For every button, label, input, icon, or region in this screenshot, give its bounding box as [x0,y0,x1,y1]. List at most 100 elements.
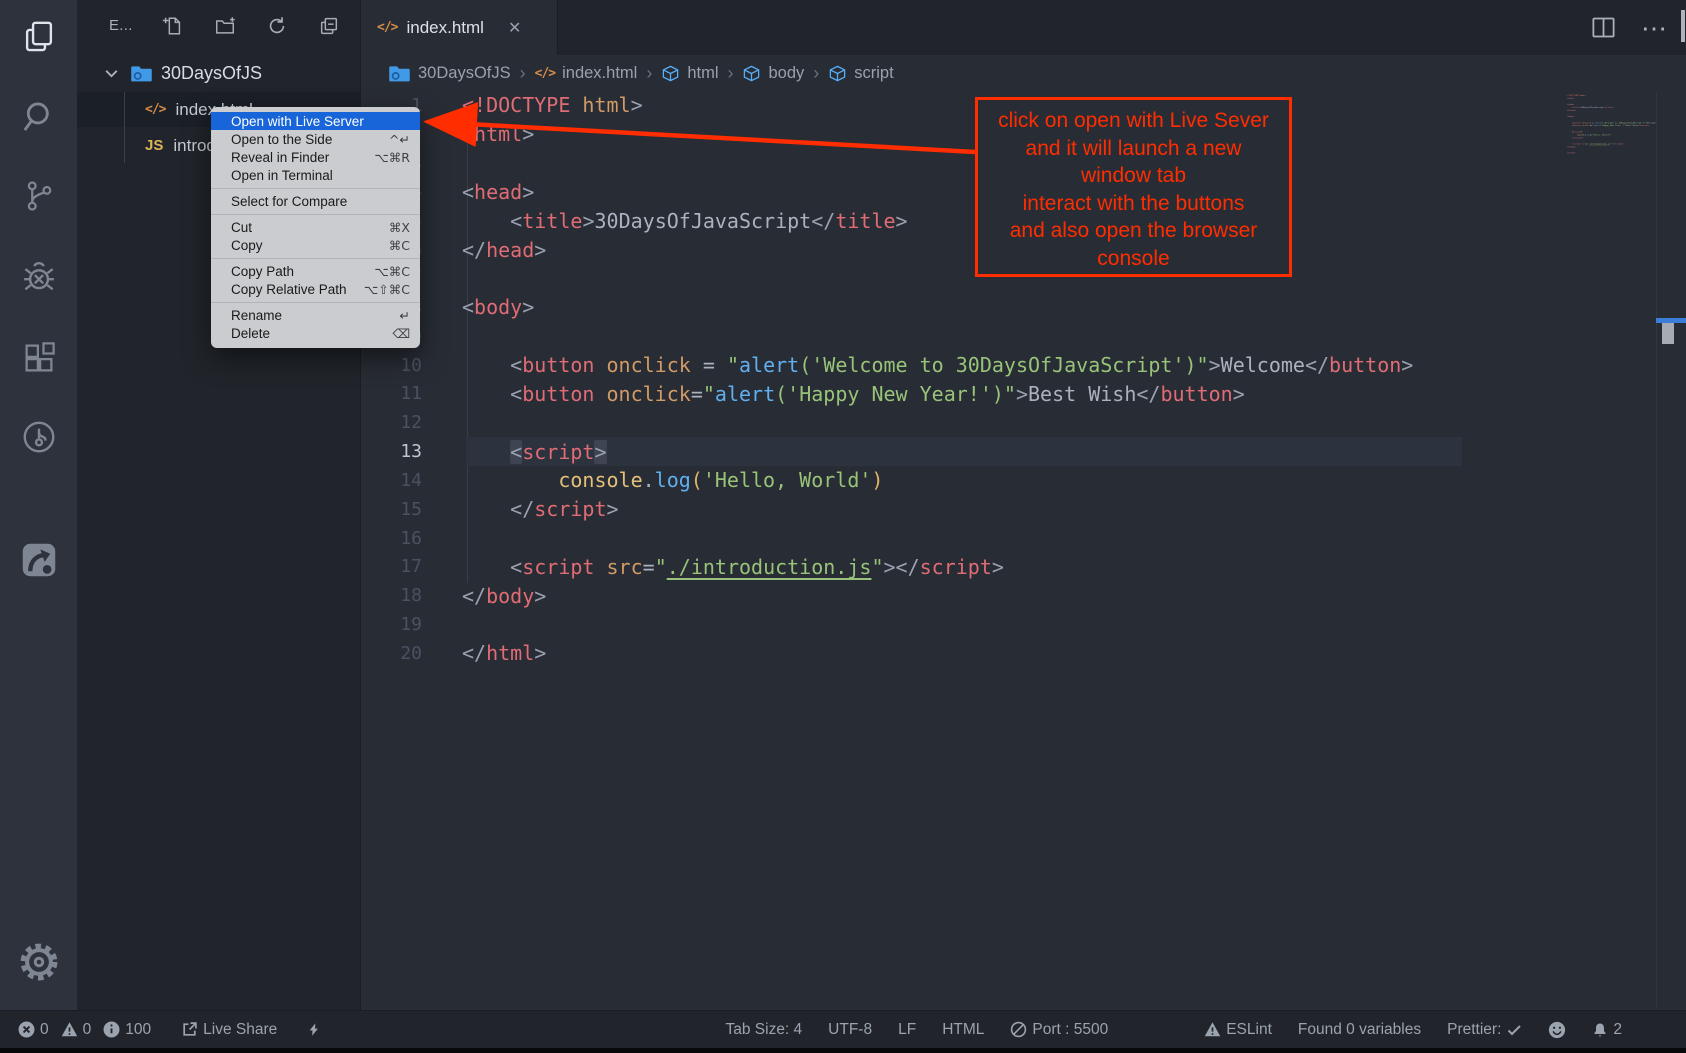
line-number: 16 [360,528,422,549]
menu-item-label: Select for Compare [231,194,347,209]
activity-settings-gear[interactable] [0,942,77,982]
breadcrumb-html[interactable]: html [661,64,718,83]
menu-item-copy-path[interactable]: Copy Path ⌥⌘C [211,262,420,280]
menu-item-shortcut: ⌘X [389,220,410,235]
breadcrumb-30daysofjs[interactable]: 30DaysOfJS [388,62,511,85]
live-share-icon [181,1021,198,1038]
code-line: 18 </body> [360,581,1656,610]
status-bolt[interactable] [307,1020,321,1039]
menu-item-delete[interactable]: Delete ⌫ [211,324,420,342]
status-label: UTF-8 [828,1021,872,1039]
status-tab-size-4[interactable]: Tab Size: 4 [725,1021,802,1039]
folder-label: 30DaysOfJS [161,63,262,84]
menu-item-rename[interactable]: Rename ↵ [211,306,420,324]
breadcrumb-body[interactable]: body [742,64,804,83]
activity-live-share-session[interactable] [0,540,77,580]
status-eslint[interactable]: ESLint [1204,1021,1272,1039]
code-line: 16 [360,524,1656,553]
menu-item-open-to-the-side[interactable]: Open to the Side ^↵ [211,130,420,148]
activity-remote[interactable] [0,418,77,456]
more-actions-icon[interactable]: ⋯ [1641,23,1668,33]
line-number: 12 [360,412,422,433]
menu-item-label: Copy Path [231,264,294,279]
collapse-all-button[interactable] [317,14,341,38]
line-number: 15 [360,499,422,520]
tab-label: index.html [406,18,483,38]
menu-item-open-with-live-server[interactable]: Open with Live Server [211,112,420,130]
breadcrumb-separator: › [520,63,526,84]
breadcrumb-label: script [854,64,893,83]
activity-files[interactable] [0,18,77,56]
status-0[interactable]: 0 [61,1021,92,1039]
status-0[interactable]: 0 [18,1021,49,1039]
activity-debug[interactable] [0,259,77,297]
scrollbar-sliver[interactable] [1681,10,1685,42]
status-live-share[interactable]: Live Share [181,1021,277,1039]
warning-icon [1204,1021,1221,1038]
status-label: HTML [942,1021,984,1039]
new-folder-button[interactable] [213,14,237,38]
menu-separator [211,214,420,215]
new-file-button[interactable] [161,14,185,38]
minimap[interactable]: <!DOCTYPE html><html><head> <title>30Day… [1567,94,1656,264]
status-utf-8[interactable]: UTF-8 [828,1021,872,1039]
menu-separator [211,188,420,189]
menu-item-label: Rename [231,308,282,323]
vscode-window: E... 30DaysOfJS </> index.html JS introd… [0,0,1686,1053]
remote-icon [20,418,58,456]
refresh-button[interactable] [265,14,289,38]
slash-icon [1010,1021,1027,1038]
status-found-0-variables[interactable]: Found 0 variables [1298,1021,1421,1039]
status-2[interactable]: 2 [1592,1021,1622,1039]
folder-row-30daysofjs[interactable]: 30DaysOfJS [77,57,360,89]
chevron-down-icon[interactable] [103,65,120,82]
error-icon [18,1021,35,1038]
indent-guide [124,92,125,163]
breadcrumb-label: index.html [562,64,637,83]
breadcrumb-index-html[interactable]: </>index.html [535,64,638,83]
status-label: Live Share [203,1021,277,1039]
split-editor-icon[interactable] [1590,14,1617,41]
annotation-box: click on open with Live Severand it will… [975,97,1292,277]
activity-extensions[interactable] [0,340,77,376]
status-bar: 0 0 100 Live Share Tab Size: 4 UTF-8 LF HTML Po… [0,1010,1686,1048]
status-100[interactable]: 100 [103,1021,151,1039]
check-icon [1506,1022,1522,1038]
activity-source-control[interactable] [0,178,77,214]
html-file-icon: </> [377,20,397,35]
menu-item-copy-relative-path[interactable]: Copy Relative Path ⌥⇧⌘C [211,280,420,298]
status-prettier-[interactable]: Prettier: [1447,1021,1522,1039]
code-line: 17 <script src="./introduction.js"></scr… [360,553,1656,582]
menu-item-open-in-terminal[interactable]: Open in Terminal [211,166,420,184]
code-line: 19 [360,610,1656,639]
html-file-icon: </> [145,102,165,117]
status-html[interactable]: HTML [942,1021,984,1039]
code-line: 14 console.log('Hello, World') [360,466,1656,495]
menu-item-select-for-compare[interactable]: Select for Compare [211,192,420,210]
explorer-header: E... [77,12,360,42]
menu-item-reveal-in-finder[interactable]: Reveal in Finder ⌥⌘R [211,148,420,166]
status-label: 0 [83,1021,92,1039]
annotation-line: and it will launch a new [978,135,1289,163]
menu-item-label: Copy Relative Path [231,282,347,297]
code-line: 8 <body> [360,293,1656,322]
menu-item-cut[interactable]: Cut ⌘X [211,218,420,236]
status-label: LF [898,1021,916,1039]
status-smiley[interactable] [1548,1021,1566,1039]
menu-item-shortcut: ⌥⇧⌘C [364,282,410,297]
menu-item-shortcut: ⌥⌘C [374,264,410,279]
breadcrumb-label: html [687,64,718,83]
breadcrumb-script[interactable]: script [828,64,893,83]
status-lf[interactable]: LF [898,1021,916,1039]
menu-item-shortcut: ^↵ [389,132,410,147]
menu-item-copy[interactable]: Copy ⌘C [211,236,420,254]
status-port-5500[interactable]: Port : 5500 [1010,1021,1108,1039]
close-icon[interactable]: ✕ [508,18,521,38]
activity-search[interactable] [0,98,77,136]
line-number: 20 [360,643,422,664]
annotation-line: interact with the buttons [978,190,1289,218]
line-number: 17 [360,556,422,577]
scrollbar-handle[interactable] [1662,323,1674,344]
overview-ruler-border [1656,92,1657,1008]
tab-index-html[interactable]: </> index.html ✕ [360,0,558,55]
